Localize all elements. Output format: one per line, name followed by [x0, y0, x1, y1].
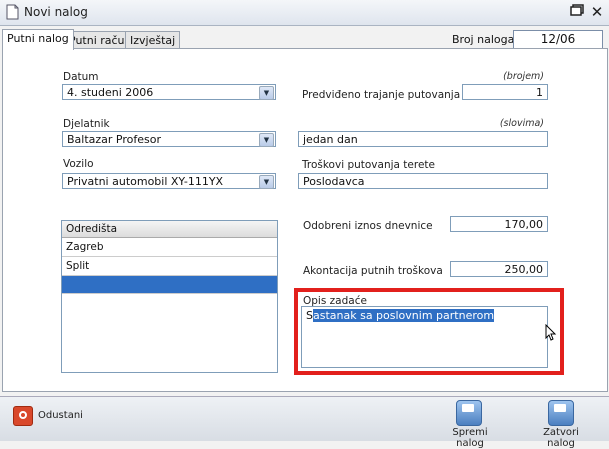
list-item-selected[interactable] — [62, 276, 277, 294]
save-icon[interactable] — [456, 400, 482, 426]
vozilo-select[interactable]: Privatni automobil XY-111YX ▼ — [62, 173, 276, 189]
odredista-header: Odredišta — [62, 221, 277, 238]
dnevnice-label: Odobreni iznos dnevnice — [303, 220, 433, 232]
title-bar: Novi nalog ✕ — [0, 0, 609, 26]
troskovi-input[interactable]: Poslodavca — [298, 173, 548, 189]
datum-select[interactable]: 4. studeni 2006 ▼ — [62, 84, 276, 100]
list-item[interactable]: Split — [62, 257, 277, 276]
datum-value: 4. studeni 2006 — [67, 86, 154, 99]
broj-naloga-label: Broj naloga : — [452, 33, 522, 46]
troskovi-label: Troškovi putovanja terete — [302, 159, 436, 171]
vozilo-label: Vozilo — [63, 158, 94, 170]
chevron-down-icon[interactable]: ▼ — [259, 175, 274, 189]
opis-text-prefix: S — [306, 309, 313, 322]
restore-icon[interactable] — [569, 4, 585, 20]
broj-naloga-field[interactable]: 12/06 — [513, 30, 603, 49]
datum-label: Datum — [63, 71, 99, 83]
window-title: Novi nalog — [24, 5, 88, 19]
djelatnik-select[interactable]: Baltazar Profesor ▼ — [62, 131, 276, 147]
slovima-input[interactable]: jedan dan — [298, 131, 548, 147]
zatvori-button[interactable]: Zatvori nalog — [528, 427, 594, 449]
spremi-button[interactable]: Spremi nalog — [438, 427, 502, 449]
tab-izvjestaj[interactable]: Izvještaj — [125, 31, 181, 49]
brojem-hint: (brojem) — [503, 71, 544, 82]
slovima-hint: (slovima) — [499, 118, 544, 129]
chevron-down-icon[interactable]: ▼ — [259, 133, 274, 147]
list-item[interactable]: Zagreb — [62, 238, 277, 257]
save-close-icon[interactable] — [548, 400, 574, 426]
dnevnice-input[interactable]: 170,00 — [450, 216, 548, 232]
chevron-down-icon[interactable]: ▼ — [259, 86, 274, 100]
opis-text-selected: astanak sa poslovnim partnerom — [312, 309, 495, 322]
opis-textarea[interactable]: Sastanak sa poslovnim partnerom — [301, 306, 548, 368]
tab-putni-nalog[interactable]: Putni nalog — [2, 29, 74, 50]
akontacija-label: Akontacija putnih troškova — [303, 265, 443, 277]
vozilo-value: Privatni automobil XY-111YX — [67, 175, 224, 188]
text-cursor-icon — [545, 324, 557, 341]
close-icon[interactable]: ✕ — [589, 4, 605, 20]
trajanje-input[interactable]: 1 — [462, 84, 548, 100]
bottom-toolbar — [0, 396, 609, 441]
document-icon — [6, 4, 19, 20]
trajanje-label: Predviđeno trajanje putovanja je — [302, 89, 473, 101]
odustani-button[interactable]: Odustani — [38, 410, 83, 421]
akontacija-input[interactable]: 250,00 — [450, 261, 548, 277]
djelatnik-value: Baltazar Profesor — [67, 133, 162, 146]
stop-icon[interactable] — [13, 406, 33, 426]
odredista-list[interactable]: Odredišta Zagreb Split — [61, 220, 278, 373]
djelatnik-label: Djelatnik — [63, 118, 110, 130]
